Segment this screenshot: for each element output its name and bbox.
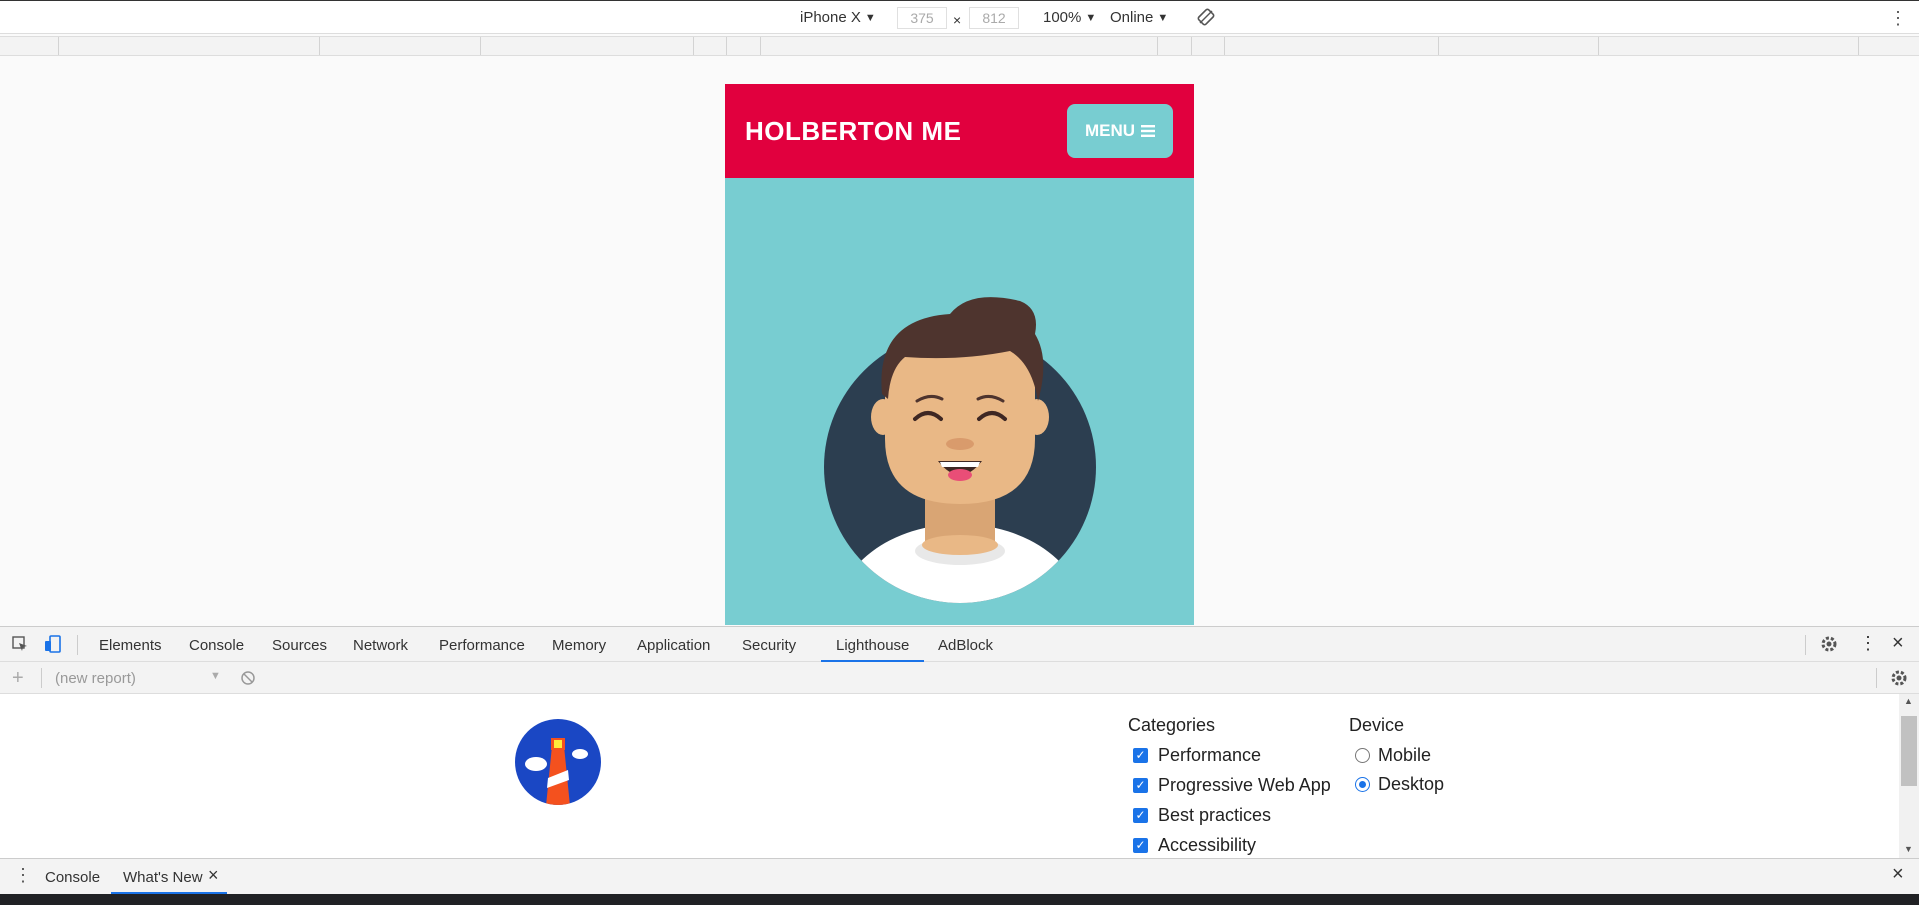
tab-console[interactable]: Console (189, 637, 244, 654)
divider (1876, 668, 1877, 688)
device-label: iPhone X (800, 9, 861, 26)
checkbox[interactable]: ✓ (1133, 748, 1148, 763)
chevron-down-icon: ▼ (210, 670, 221, 682)
scroll-thumb[interactable] (1901, 716, 1917, 786)
checkbox[interactable]: ✓ (1133, 778, 1148, 793)
media-query-bar[interactable] (0, 36, 1919, 56)
category-label: Best practices (1158, 805, 1272, 825)
tab-network[interactable]: Network (353, 637, 408, 654)
scroll-up-icon[interactable]: ▲ (1904, 696, 1913, 706)
network-select[interactable]: Online ▼ (1110, 9, 1168, 26)
report-select[interactable]: (new report) (55, 670, 136, 687)
divider (1805, 635, 1806, 655)
category-pwa[interactable]: ✓ Progressive Web App (1133, 775, 1331, 796)
inspect-element-icon[interactable] (11, 635, 29, 653)
zoom-select[interactable]: 100% ▼ (1043, 9, 1096, 26)
divider (41, 668, 42, 688)
tab-lighthouse[interactable]: Lighthouse (836, 637, 909, 654)
categories-heading: Categories (1128, 715, 1216, 735)
tab-elements[interactable]: Elements (99, 637, 162, 654)
chevron-down-icon: ▼ (1157, 11, 1169, 24)
drawer-tab-whats-new[interactable]: What's New (123, 869, 203, 886)
device-label: Desktop (1378, 774, 1445, 794)
tab-performance[interactable]: Performance (439, 637, 525, 654)
clear-icon[interactable] (240, 670, 256, 686)
site-title: HOLBERTON ME (745, 116, 962, 146)
device-toolbar: iPhone X ▼ 375 × 812 100% ▼ Online ▼ ⋮ (0, 1, 1919, 34)
category-best-practices[interactable]: ✓ Best practices (1133, 805, 1271, 826)
network-label: Online (1110, 9, 1154, 26)
radio-button[interactable] (1355, 777, 1370, 792)
zoom-label: 100% (1043, 9, 1082, 26)
chevron-down-icon: ▼ (864, 11, 876, 24)
close-icon[interactable]: × (1892, 632, 1904, 655)
gear-icon[interactable] (1820, 635, 1838, 653)
category-label: Performance (1158, 745, 1262, 765)
plus-icon[interactable]: + (12, 667, 24, 690)
divider (77, 635, 78, 655)
tab-sources[interactable]: Sources (272, 637, 327, 654)
tab-adblock[interactable]: AdBlock (938, 637, 993, 654)
site-header: HOLBERTON ME MENU (725, 84, 1194, 178)
checkbox[interactable]: ✓ (1133, 838, 1148, 853)
kebab-icon[interactable]: ⋮ (1889, 8, 1907, 29)
device-heading: Device (1349, 715, 1405, 735)
device-desktop[interactable]: Desktop (1355, 774, 1444, 795)
close-drawer-icon[interactable]: × (1892, 863, 1904, 886)
width-input[interactable]: 375 (897, 7, 947, 29)
category-performance[interactable]: ✓ Performance (1133, 745, 1261, 766)
device-viewport: HOLBERTON ME MENU (0, 57, 1919, 625)
rotate-icon[interactable] (1197, 8, 1215, 26)
checkbox[interactable]: ✓ (1133, 808, 1148, 823)
avatar-illustration (824, 297, 1096, 603)
chevron-down-icon: ▼ (1085, 11, 1097, 24)
height-input[interactable]: 812 (969, 7, 1019, 29)
radio-button[interactable] (1355, 748, 1370, 763)
tab-memory[interactable]: Memory (552, 637, 606, 654)
scrollbar[interactable]: ▲ ▼ (1899, 694, 1919, 858)
tab-security[interactable]: Security (742, 637, 796, 654)
drawer-tab-console[interactable]: Console (45, 869, 100, 886)
category-label: Accessibility (1158, 835, 1257, 855)
taskbar-edge (0, 894, 1919, 905)
category-accessibility[interactable]: ✓ Accessibility (1133, 835, 1256, 856)
menu-label: MENU (1084, 121, 1136, 140)
lighthouse-logo-icon (515, 719, 601, 805)
lighthouse-toolbar: + (new report) ▼ (0, 662, 1919, 694)
mobile-page: HOLBERTON ME MENU (725, 84, 1194, 625)
kebab-icon[interactable]: ⋮ (14, 865, 32, 886)
dimension-separator: × (953, 12, 962, 28)
kebab-icon[interactable]: ⋮ (1859, 633, 1877, 654)
lighthouse-panel: Categories ✓ Performance ✓ Progressive W… (0, 694, 1919, 858)
close-tab-icon[interactable]: × (208, 865, 219, 886)
hamburger-icon (1141, 125, 1156, 137)
scroll-down-icon[interactable]: ▼ (1904, 844, 1913, 854)
device-toggle-icon[interactable] (44, 635, 62, 653)
tab-application[interactable]: Application (637, 637, 710, 654)
device-label: Mobile (1378, 745, 1432, 765)
device-mobile[interactable]: Mobile (1355, 745, 1431, 766)
menu-button[interactable]: MENU (1067, 104, 1173, 158)
category-label: Progressive Web App (1158, 775, 1331, 795)
devtools-tab-bar: Elements Console Sources Network Perform… (0, 626, 1919, 662)
devtools-drawer: ⋮ Console What's New × × (0, 858, 1919, 894)
device-select[interactable]: iPhone X ▼ (800, 9, 876, 26)
settings-gear-icon[interactable] (1890, 669, 1908, 687)
